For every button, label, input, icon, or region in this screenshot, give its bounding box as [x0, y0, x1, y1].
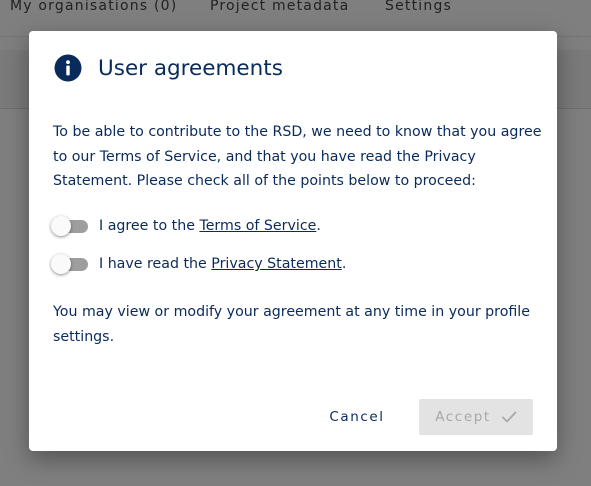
cancel-button[interactable]: Cancel [319, 399, 395, 435]
terms-label-suffix: . [316, 218, 321, 234]
privacy-statement-switch[interactable] [51, 253, 89, 275]
dialog-intro-text: To be able to contribute to the RSD, we … [53, 124, 542, 189]
privacy-agreement-row: I have read the Privacy Statement. [51, 253, 346, 275]
terms-label-prefix: I agree to the [99, 218, 200, 234]
dialog-header: User agreements [54, 53, 283, 83]
terms-agreement-row: I agree to the Terms of Service. [51, 215, 321, 237]
check-icon [501, 409, 517, 425]
dialog-note-text: You may view or modify your agreement at… [53, 304, 530, 345]
terms-of-service-switch[interactable] [51, 215, 89, 237]
page: My organisations (0) Project metadata Se… [0, 0, 591, 486]
terms-agreement-label: I agree to the Terms of Service. [99, 218, 321, 234]
terms-of-service-link[interactable]: Terms of Service [199, 218, 316, 234]
dialog-title: User agreements [98, 55, 283, 81]
privacy-label-suffix: . [341, 256, 347, 272]
accept-button[interactable]: Accept [419, 399, 533, 435]
privacy-statement-link[interactable]: Privacy Statement [211, 256, 342, 272]
privacy-label-prefix: I have read the [99, 256, 212, 272]
dialog-actions: Cancel Accept [29, 399, 557, 435]
switch-thumb [51, 216, 71, 236]
switch-thumb [51, 254, 71, 274]
privacy-agreement-label: I have read the Privacy Statement. [99, 256, 346, 272]
user-agreements-dialog: User agreements To be able to contribute… [29, 31, 557, 451]
info-icon [54, 54, 82, 82]
accept-button-label: Accept [435, 409, 491, 425]
